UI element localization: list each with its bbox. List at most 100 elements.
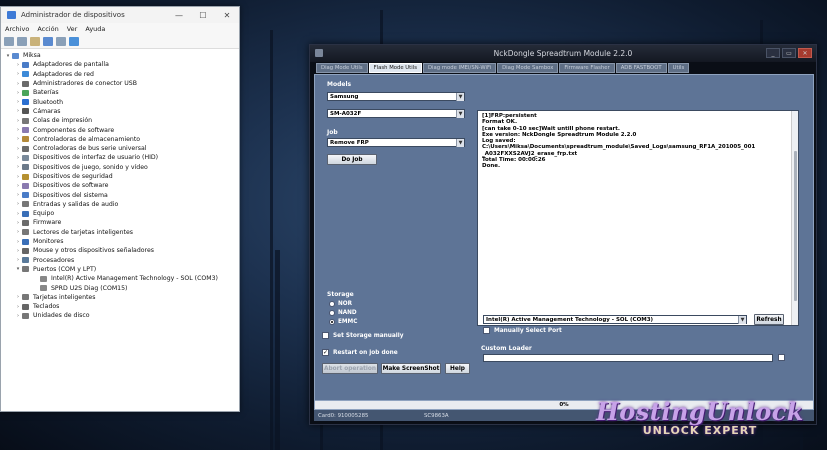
manual-port-checkbox[interactable]: Manually Select Port — [483, 327, 562, 334]
storage-radio-nand[interactable]: NAND — [329, 310, 357, 316]
log-output[interactable]: [1]FRP:persistent Format OK. [can take 0-1… — [477, 110, 799, 326]
checkbox-box[interactable] — [778, 354, 785, 361]
tab-firmware-flasher[interactable]: Firmware Flasher — [559, 63, 615, 73]
tree-item[interactable]: › Dispositivos de interfaz de usuario (HI… — [4, 153, 239, 162]
abort-operation-button[interactable]: Abort operation — [322, 363, 378, 374]
tree-item[interactable]: › Unidades de disco — [4, 311, 239, 320]
nck-maximize-button[interactable]: ▭ — [782, 48, 796, 58]
do-job-button[interactable]: Do Job — [327, 154, 377, 165]
tree-item[interactable]: › Colas de impresión — [4, 116, 239, 125]
tree-item[interactable]: › Tarjetas inteligentes — [4, 293, 239, 302]
chevron-right-icon[interactable]: › — [14, 81, 22, 87]
tree-item[interactable]: › Dispositivos del sistema — [4, 190, 239, 199]
help-icon[interactable] — [43, 37, 53, 46]
model-select[interactable]: SM-A032F ▼ — [327, 109, 465, 118]
tree-item[interactable]: › Adaptadores de pantalla — [4, 60, 239, 69]
chevron-down-icon[interactable]: ▼ — [738, 316, 746, 324]
tree-item[interactable]: › Firmware — [4, 218, 239, 227]
chevron-right-icon[interactable]: › — [14, 164, 22, 170]
checkbox-box[interactable] — [483, 327, 490, 334]
chevron-down-icon[interactable]: ▾ — [4, 53, 12, 59]
tree-item[interactable]: › Equipo — [4, 209, 239, 218]
help-button[interactable]: Help — [445, 363, 470, 374]
make-screenshot-button[interactable]: Make ScreenShot — [381, 363, 441, 374]
tree-item[interactable]: › Mouse y otros dispositivos señaladores — [4, 246, 239, 255]
chevron-down-icon[interactable]: ▼ — [456, 93, 464, 101]
radio-icon[interactable] — [329, 319, 335, 325]
tab-utils[interactable]: Utils — [667, 63, 690, 73]
tree-item[interactable]: › Lectores de tarjetas inteligentes — [4, 228, 239, 237]
port-select[interactable]: Intel(R) Active Management Technology - … — [483, 315, 747, 324]
tree-item[interactable]: › Entradas y salidas de audio — [4, 200, 239, 209]
tab-diag-mode-sambox[interactable]: Diag Mode Sambox — [497, 63, 559, 73]
custom-loader-checkbox[interactable] — [778, 354, 785, 361]
radio-icon[interactable] — [329, 301, 335, 307]
tab-flash-mode-utils[interactable]: Flash Mode Utils — [368, 63, 422, 73]
update-driver-icon[interactable] — [56, 37, 66, 46]
chevron-right-icon[interactable]: › — [14, 118, 22, 124]
tree-item[interactable]: ▾ Puertos (COM y LPT) — [4, 265, 239, 274]
scroll-thumb[interactable] — [794, 151, 797, 301]
chevron-down-icon[interactable]: ▼ — [456, 110, 464, 118]
tree-item[interactable]: › Dispositivos de software — [4, 181, 239, 190]
minimize-button[interactable]: — — [167, 11, 191, 20]
tree-item[interactable]: › Controladoras de bus serie universal — [4, 144, 239, 153]
log-scrollbar[interactable] — [791, 111, 798, 325]
chevron-right-icon[interactable]: › — [14, 248, 22, 254]
tree-item[interactable]: › Componentes de software — [4, 125, 239, 134]
chevron-right-icon[interactable]: › — [14, 201, 22, 207]
checkmark-icon[interactable]: ✓ — [322, 349, 329, 356]
tree-item[interactable]: SPRD U2S Diag (COM15) — [4, 283, 239, 292]
chevron-right-icon[interactable]: › — [14, 220, 22, 226]
menu-archivo[interactable]: Archivo — [5, 25, 29, 33]
tree-item[interactable]: › Monitores — [4, 237, 239, 246]
chevron-right-icon[interactable]: › — [14, 136, 22, 142]
back-arrow-icon[interactable] — [4, 37, 14, 46]
menu-ver[interactable]: Ver — [67, 25, 78, 33]
chevron-right-icon[interactable]: › — [14, 108, 22, 114]
chevron-right-icon[interactable]: › — [14, 313, 22, 319]
tab-diag-mode-imei-sn-wifi[interactable]: Diag mode IMEI/SN-WiFi — [422, 63, 497, 73]
tab-diag-mode-utils[interactable]: Diag Mode Utils — [316, 63, 368, 73]
menu-ayuda[interactable]: Ayuda — [85, 25, 105, 33]
radio-icon[interactable] — [329, 310, 335, 316]
chevron-right-icon[interactable]: › — [14, 146, 22, 152]
chevron-right-icon[interactable]: › — [14, 99, 22, 105]
nck-close-button[interactable]: ✕ — [798, 48, 812, 58]
job-select[interactable]: Remove FRP ▼ — [327, 138, 465, 147]
tree-item[interactable]: › Controladoras de almacenamiento — [4, 135, 239, 144]
chevron-right-icon[interactable]: › — [14, 174, 22, 180]
chevron-right-icon[interactable]: › — [14, 155, 22, 161]
tree-item[interactable]: › Adaptadores de red — [4, 70, 239, 79]
tab-adb-fastboot[interactable]: ADB FASTBOOT — [615, 63, 667, 73]
chevron-right-icon[interactable]: › — [14, 239, 22, 245]
nck-minimize-button[interactable]: _ — [766, 48, 780, 58]
tree-item[interactable]: › Teclados — [4, 302, 239, 311]
tree-item[interactable]: › Bluetooth — [4, 97, 239, 106]
properties-icon[interactable] — [30, 37, 40, 46]
chevron-right-icon[interactable]: › — [14, 304, 22, 310]
storage-radio-emmc[interactable]: EMMC — [329, 319, 357, 325]
custom-loader-input[interactable] — [483, 354, 773, 362]
menu-accion[interactable]: Acción — [37, 25, 58, 33]
chevron-right-icon[interactable]: › — [14, 183, 22, 189]
chevron-right-icon[interactable]: › — [14, 294, 22, 300]
tree-root[interactable]: ▾ Miksa — [4, 51, 239, 60]
maximize-button[interactable]: ☐ — [191, 11, 215, 20]
chevron-right-icon[interactable]: › — [14, 211, 22, 217]
storage-radio-nor[interactable]: NOR — [329, 301, 352, 307]
checkbox-box[interactable] — [322, 332, 329, 339]
chevron-right-icon[interactable]: › — [14, 90, 22, 96]
refresh-button[interactable]: Refresh — [754, 314, 784, 325]
chevron-right-icon[interactable]: › — [14, 71, 22, 77]
chevron-right-icon[interactable]: › — [14, 127, 22, 133]
tree-item[interactable]: › Administradores de conector USB — [4, 79, 239, 88]
forward-arrow-icon[interactable] — [17, 37, 27, 46]
brand-select[interactable]: Samsung ▼ — [327, 92, 465, 101]
chevron-down-icon[interactable]: ▼ — [456, 139, 464, 147]
tree-item[interactable]: › Dispositivos de juego, sonido y vídeo — [4, 163, 239, 172]
tree-item[interactable]: › Cámaras — [4, 107, 239, 116]
close-button[interactable]: ✕ — [215, 11, 239, 20]
chevron-right-icon[interactable]: › — [14, 257, 22, 263]
chevron-right-icon[interactable]: › — [14, 192, 22, 198]
